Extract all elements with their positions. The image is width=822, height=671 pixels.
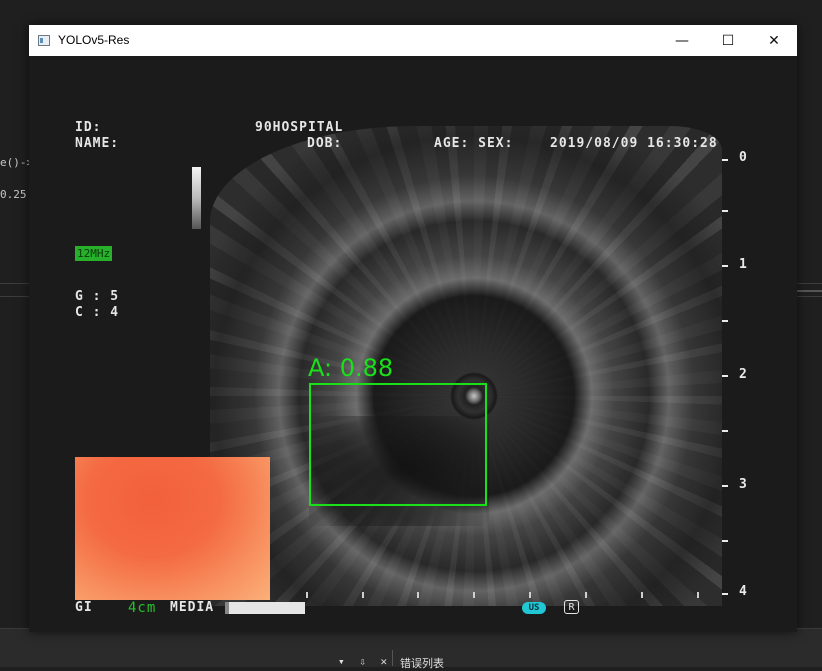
detection-box — [309, 383, 487, 506]
depth-label: 0 — [739, 150, 747, 165]
depth-label: 4 — [739, 584, 747, 599]
gain-value: G : 5 — [75, 289, 120, 304]
bottom-tick — [306, 592, 308, 598]
depth-label: 3 — [739, 477, 747, 492]
error-list-tab[interactable]: 错误列表 — [400, 655, 444, 671]
panel-tool-icons[interactable]: ▾ ⇩ ✕ — [338, 655, 391, 668]
mode-label: GI — [75, 600, 93, 615]
panel-divider — [797, 290, 822, 292]
id-label: ID: — [75, 120, 102, 135]
depth-tick — [722, 375, 728, 377]
code-fragment: 0.25 — [0, 188, 27, 201]
bottom-tick — [641, 592, 643, 598]
depth-tick — [722, 320, 728, 322]
datetime: 2019/08/09 16:30:28 — [550, 136, 718, 151]
hospital-name: 90HOSPITAL — [255, 120, 344, 135]
app-window-icon — [38, 35, 50, 46]
ultrasound-view: ID: NAME: 90HOSPITAL DOB: AGE: SEX: 2019… — [29, 56, 797, 632]
bottom-tick — [362, 592, 364, 598]
ultrasound-image — [210, 126, 722, 606]
depth-tick — [722, 593, 728, 595]
dob-label: DOB: — [307, 136, 343, 151]
maximize-button[interactable]: ☐ — [705, 25, 751, 56]
depth-tick — [722, 430, 728, 432]
depth-tick — [722, 265, 728, 267]
app-window: YOLOv5-Res — ☐ ✕ ID: NAME: 90HOSPITAL DO… — [29, 25, 797, 632]
detection-label: A: 0.88 — [308, 354, 394, 382]
bottom-tick — [529, 592, 531, 598]
bottom-tick — [417, 592, 419, 598]
media-label: MEDIA — [170, 600, 215, 615]
r-badge: R — [564, 600, 579, 614]
bottom-tick — [473, 592, 475, 598]
depth-tick — [722, 159, 728, 161]
depth-tick — [722, 485, 728, 487]
depth-label: 1 — [739, 257, 747, 272]
depth-tick — [722, 210, 728, 212]
title-bar[interactable]: YOLOv5-Res — ☐ ✕ — [29, 25, 797, 56]
minimize-button[interactable]: — — [659, 25, 705, 56]
close-button[interactable]: ✕ — [751, 25, 797, 56]
bottom-tick — [585, 592, 587, 598]
frequency-badge: 12MHz — [75, 246, 113, 261]
window-title: YOLOv5-Res — [58, 33, 130, 47]
bottom-tick — [697, 592, 699, 598]
depth-label: 2 — [739, 367, 747, 382]
gray-scale-bar — [192, 167, 201, 229]
media-progress-bar — [225, 602, 305, 614]
color-thumbnail — [75, 457, 270, 600]
age-sex-label: AGE: SEX: — [434, 136, 514, 151]
contrast-value: C : 4 — [75, 305, 120, 320]
name-label: NAME: — [75, 136, 120, 151]
us-badge: US — [522, 602, 546, 614]
range-label: 4cm — [128, 600, 157, 616]
panel-separator — [392, 650, 393, 666]
depth-tick — [722, 540, 728, 542]
